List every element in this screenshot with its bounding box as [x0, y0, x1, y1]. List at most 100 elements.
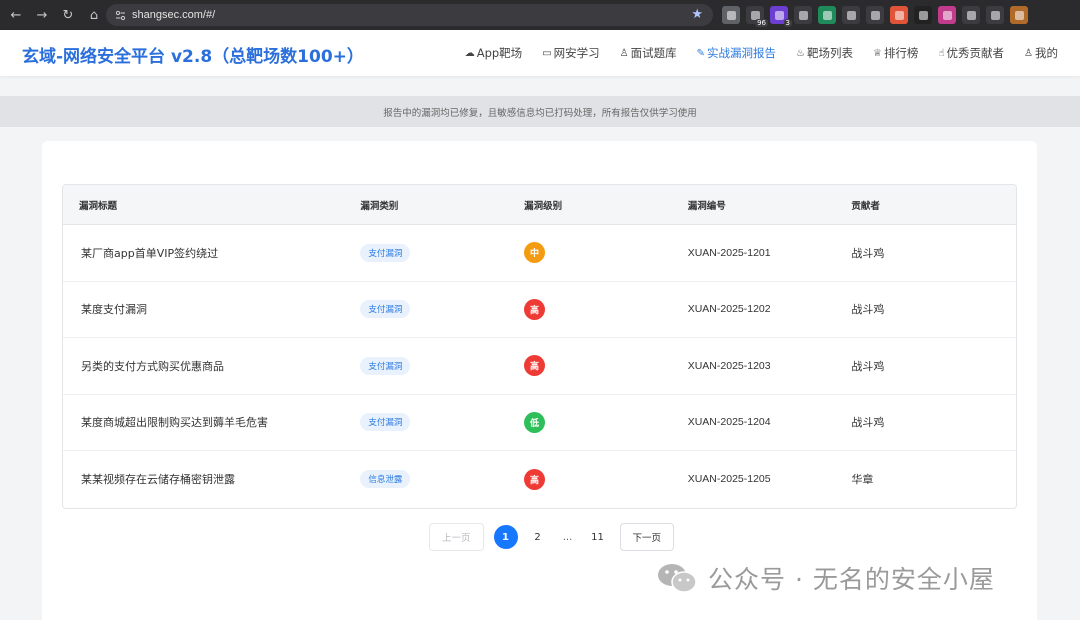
nav-item-label: 面试题库: [630, 46, 677, 60]
url-text[interactable]: shangsec.com/#/: [132, 9, 215, 21]
nav-item-6[interactable]: ☝ 优秀贡献者: [938, 45, 1004, 61]
nav-item-3[interactable]: ✎ 实战漏洞报告: [697, 45, 776, 61]
nav-item-label: 实战漏洞报告: [707, 46, 776, 60]
forward-icon[interactable]: →: [30, 3, 54, 27]
doc-icon[interactable]: [842, 6, 860, 24]
prev-page-button[interactable]: 上一页: [429, 523, 484, 551]
home-icon[interactable]: ⌂: [82, 3, 106, 27]
extension-badge: 96: [755, 19, 768, 27]
nav-item-label: 排行榜: [883, 46, 919, 60]
header-level: 漏洞级别: [524, 200, 563, 212]
grid-icon[interactable]: [986, 6, 1004, 24]
vuln-title[interactable]: 某度支付漏洞: [63, 301, 360, 317]
ext-color-icon[interactable]: [866, 6, 884, 24]
page-1-button[interactable]: 1: [493, 525, 518, 549]
vuln-id: XUAN-2025-1202: [687, 303, 771, 316]
main-nav: ☁ App靶场 ▭ 网安学习 ♙ 面试题库 ✎ 实战漏洞报告 ♨ 靶场列表 ♕ 排行榜 ☝ 优秀贡献者 ♙ 我…: [445, 30, 1058, 76]
nav-item-label: 我的: [1035, 46, 1058, 60]
reload-icon[interactable]: ↻: [56, 3, 80, 27]
category-tag: 支付漏洞: [360, 356, 411, 375]
nav-item-label: 网安学习: [553, 46, 600, 60]
header-title: 漏洞标题: [79, 200, 118, 212]
person-icon: ♙: [1024, 47, 1033, 59]
vuln-level-cell: 高: [524, 355, 688, 377]
thumbs-up-icon: ☝: [938, 47, 945, 59]
record-icon[interactable]: [722, 6, 740, 24]
vuln-id: XUAN-2025-1201: [687, 246, 771, 259]
nav-item-2[interactable]: ♙ 面试题库: [620, 45, 677, 61]
category-tag: 信息泄露: [360, 470, 411, 489]
fire-icon: ♨: [796, 47, 805, 59]
table-row[interactable]: 某厂商app首单VIP签约绕过 支付漏洞 中 XUAN-2025-1201 战斗鸡: [63, 225, 1016, 282]
nav-item-5[interactable]: ♕ 排行榜: [873, 45, 918, 61]
bookmark-star-icon[interactable]: ★: [691, 7, 703, 22]
contributor-name: 战斗鸡: [851, 416, 885, 430]
level-badge: 中: [524, 242, 546, 264]
pagination: 上一页 1 2 ... 11 下一页: [429, 523, 675, 551]
nav-item-4[interactable]: ♨ 靶场列表: [796, 45, 853, 61]
vuln-category-cell: 支付漏洞: [360, 356, 524, 375]
contributor-name: 战斗鸡: [851, 359, 885, 373]
report-card: 漏洞标题 漏洞类别 漏洞级别 漏洞编号 贡献者 某厂商app首单VIP签约绕过支…: [42, 141, 1037, 620]
monitor-icon: ▭: [542, 47, 552, 59]
table-row[interactable]: 某某视频存在云储存桶密钥泄露 信息泄露 高 XUAN-2025-1205 华章: [63, 451, 1016, 508]
site-info-icon[interactable]: [114, 9, 126, 21]
ext-text-icon[interactable]: [914, 6, 932, 24]
header-contributor: 贡献者: [851, 200, 880, 212]
trash-icon[interactable]: [794, 6, 812, 24]
wechat-logo-icon: [656, 561, 698, 595]
vuln-level-cell: 高: [524, 468, 688, 490]
table-row[interactable]: 另类的支付方式购买优惠商品 支付漏洞 高 XUAN-2025-1203 战斗鸡: [63, 338, 1016, 395]
table-row[interactable]: 某度商城超出限制购买达到薅羊毛危害 支付漏洞 低 XUAN-2025-1204 战斗鸡: [63, 395, 1016, 451]
notice-bar: 报告中的漏洞均已修复，且敏感信息均已打码处理，所有报告仅供学习使用: [0, 96, 1080, 127]
ext-orange-icon[interactable]: [890, 6, 908, 24]
vuln-title[interactable]: 某某视频存在云储存桶密钥泄露: [63, 471, 360, 487]
page-ellipsis: ...: [562, 531, 573, 543]
ext-green-icon[interactable]: [818, 6, 836, 24]
trophy-icon: ♕: [872, 47, 882, 59]
back-icon[interactable]: ←: [4, 3, 28, 27]
contributor-name: 战斗鸡: [851, 303, 885, 317]
ext-3-icon[interactable]: 3: [770, 6, 792, 27]
category-tag: 支付漏洞: [360, 243, 411, 262]
vuln-category-cell: 支付漏洞: [360, 413, 524, 432]
page-last-button[interactable]: 11: [586, 525, 610, 549]
contributor-name: 战斗鸡: [851, 246, 885, 260]
vuln-level-cell: 低: [524, 411, 688, 433]
edit-icon: ✎: [696, 47, 705, 59]
nav-item-label: 靶场列表: [806, 46, 853, 60]
puzzle-icon[interactable]: [962, 6, 980, 24]
report-table: 漏洞标题 漏洞类别 漏洞级别 漏洞编号 贡献者 某厂商app首单VIP签约绕过支…: [62, 184, 1017, 509]
vuln-category-cell: 支付漏洞: [360, 300, 524, 319]
nav-item-0[interactable]: ☁ App靶场: [465, 45, 522, 61]
ext-96-icon[interactable]: 96: [746, 6, 768, 27]
nav-item-1[interactable]: ▭ 网安学习: [542, 45, 599, 61]
extensions-bar: 96 3: [722, 5, 1034, 27]
vuln-level-cell: 中: [524, 242, 688, 264]
header-category: 漏洞类别: [360, 200, 399, 212]
vuln-title[interactable]: 另类的支付方式购买优惠商品: [63, 358, 360, 374]
vuln-category-cell: 支付漏洞: [360, 243, 524, 262]
avatar-icon[interactable]: [1010, 6, 1028, 24]
watermark: 公众号 · 无名的安全小屋: [656, 560, 995, 596]
nav-item-7[interactable]: ♙ 我的: [1024, 45, 1058, 61]
page-2-button[interactable]: 2: [526, 525, 550, 549]
extension-badge: 3: [783, 19, 792, 27]
level-badge: 低: [524, 411, 546, 433]
vuln-title[interactable]: 某厂商app首单VIP签约绕过: [63, 245, 360, 261]
vuln-id: XUAN-2025-1204: [687, 416, 771, 429]
browser-toolbar: ← → ↻ ⌂ shangsec.com/#/ ★ 96 3: [0, 0, 1080, 30]
nav-item-label: 优秀贡献者: [946, 46, 1005, 60]
level-badge: 高: [524, 355, 546, 377]
address-bar[interactable]: shangsec.com/#/ ★: [106, 4, 713, 26]
category-tag: 支付漏洞: [360, 300, 411, 319]
level-badge: 高: [524, 298, 546, 320]
site-header: 玄域-网络安全平台 v2.8（总靶场数100+） ☁ App靶场 ▭ 网安学习 ♙ 面试题…: [0, 30, 1080, 76]
watermark-text: 公众号 · 无名的安全小屋: [708, 565, 995, 594]
table-row[interactable]: 某度支付漏洞 支付漏洞 高 XUAN-2025-1202 战斗鸡: [63, 282, 1016, 338]
next-page-button[interactable]: 下一页: [619, 523, 675, 551]
brand-title[interactable]: 玄域-网络安全平台 v2.8（总靶场数100+）: [22, 42, 364, 67]
vuln-title[interactable]: 某度商城超出限制购买达到薅羊毛危害: [63, 414, 360, 430]
vuln-id: XUAN-2025-1205: [687, 473, 771, 486]
ext-pink-icon[interactable]: [938, 6, 956, 24]
